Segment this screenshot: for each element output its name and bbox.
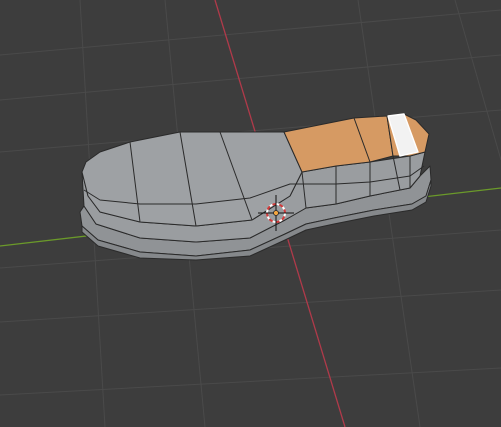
3d-viewport[interactable] [0,0,501,427]
shoe-sole-mesh[interactable] [79,113,432,261]
